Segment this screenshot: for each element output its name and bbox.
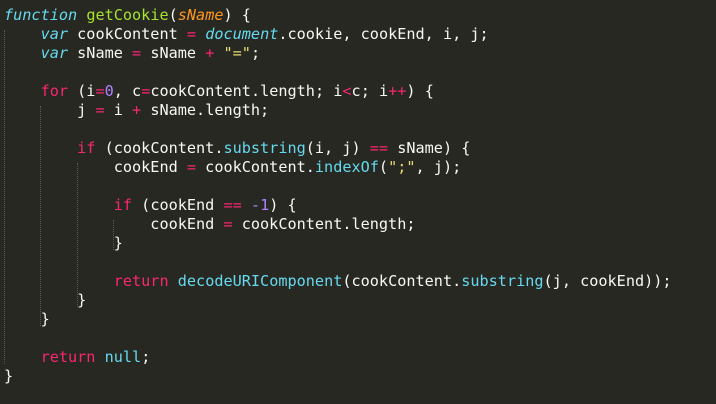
keyword-function: function (4, 6, 78, 24)
code-line-16: } (4, 291, 87, 309)
code-line-20: } (4, 367, 14, 385)
constant-null: null (104, 348, 142, 366)
keyword-var: var (40, 44, 69, 62)
number-literal: 0 (104, 82, 114, 100)
code-line-6: j = i + sName.length; (4, 101, 270, 119)
code-line-5: for (i=0, c=cookContent.length; i<c; i++… (40, 82, 434, 100)
code-line-13: } (4, 234, 123, 252)
keyword-for: for (40, 82, 69, 100)
method-indexof: indexOf (314, 158, 379, 176)
code-editor[interactable]: function getCookie(sName) { var cookCont… (0, 0, 716, 404)
keyword-if: if (77, 139, 96, 157)
code-line-9: cookEnd = cookContent.indexOf(";", j); (4, 158, 462, 176)
function-name: getCookie (86, 6, 169, 24)
keyword-var: var (40, 25, 69, 43)
code-line-17: } (4, 310, 50, 328)
builtin-decodeuricomponent: decodeURIComponent (177, 272, 343, 290)
code-line-12: cookEnd = cookContent.length; (4, 215, 416, 233)
code-line-19: return null; (40, 348, 151, 366)
builtin-document: document (205, 25, 279, 43)
number-literal: -1 (250, 196, 270, 214)
code-line-1: function getCookie(sName) { (4, 6, 251, 24)
code-line-11: if (cookEnd == -1) { (113, 196, 297, 214)
method-substring: substring (461, 272, 544, 290)
keyword-return: return (113, 272, 169, 290)
string-literal: ";" (388, 158, 416, 176)
code-line-3: var sName = sName + "="; (40, 44, 261, 62)
code-line-15: return decodeURIComponent(cookContent.su… (113, 272, 672, 290)
keyword-if: if (113, 196, 133, 214)
code-line-2: var cookContent = document.cookie, cookE… (40, 25, 489, 43)
keyword-return: return (40, 348, 96, 366)
method-substring: substring (223, 139, 306, 157)
string-literal: "=" (223, 44, 251, 62)
parameter: sName (177, 6, 224, 24)
code-line-8: if (cookContent.substring(i, j) == sName… (77, 139, 471, 157)
